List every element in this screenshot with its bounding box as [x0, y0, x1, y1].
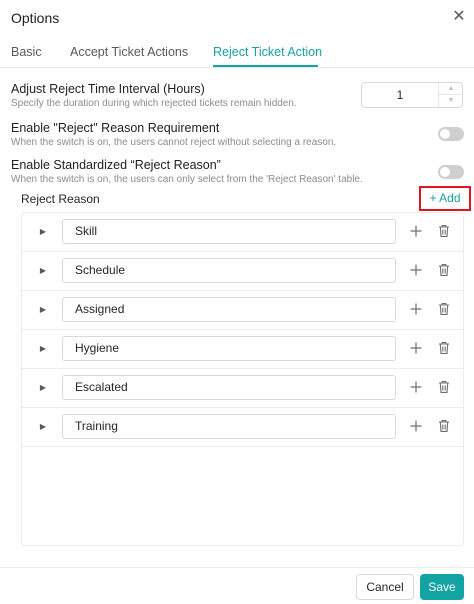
tab-accept-ticket-actions[interactable]: Accept Ticket Actions: [70, 45, 188, 59]
tab-bar: Basic Accept Ticket Actions Reject Ticke…: [0, 36, 474, 68]
caret-right-icon[interactable]: ▶: [37, 381, 49, 395]
reason-requirement-switch[interactable]: [438, 127, 464, 141]
trash-icon[interactable]: [436, 379, 452, 395]
active-tab-indicator: [213, 65, 318, 67]
dialog-header: Options ✕: [0, 0, 474, 36]
reason-input[interactable]: Assigned: [62, 297, 396, 322]
reason-row: ▶ Training: [22, 408, 463, 447]
cancel-button[interactable]: Cancel: [356, 574, 414, 600]
trash-icon[interactable]: [436, 262, 452, 278]
dialog-title: Options: [11, 10, 60, 26]
save-button[interactable]: Save: [420, 574, 464, 600]
plus-icon[interactable]: [408, 262, 424, 278]
add-reason-button[interactable]: + Add: [419, 186, 471, 211]
reason-input[interactable]: Schedule: [62, 258, 396, 283]
chevron-up-icon[interactable]: ▲: [439, 83, 463, 95]
trash-icon[interactable]: [436, 418, 452, 434]
plus-icon[interactable]: [408, 379, 424, 395]
standardized-reason-switch[interactable]: [438, 165, 464, 179]
reject-reason-label: Reject Reason: [21, 192, 100, 206]
reason-row: ▶ Skill: [22, 213, 463, 252]
chevron-down-icon[interactable]: ▼: [439, 95, 463, 107]
standardized-reason-description: When the switch is on, the users can onl…: [11, 174, 363, 185]
reject-reason-list: ▶ Skill ▶ Schedule ▶ Assigned ▶ Hygiene …: [21, 212, 464, 546]
plus-icon[interactable]: [408, 301, 424, 317]
reason-row: ▶ Hygiene: [22, 330, 463, 369]
trash-icon[interactable]: [436, 223, 452, 239]
standardized-reason-title: Enable Standardized “Reject Reason”: [11, 158, 221, 172]
reason-row: ▶ Assigned: [22, 291, 463, 330]
stepper-buttons: ▲ ▼: [438, 83, 463, 107]
tab-reject-ticket-action[interactable]: Reject Ticket Action: [213, 45, 322, 59]
caret-right-icon[interactable]: ▶: [37, 225, 49, 239]
reason-row: ▶ Escalated: [22, 369, 463, 408]
trash-icon[interactable]: [436, 340, 452, 356]
reason-input[interactable]: Training: [62, 414, 396, 439]
plus-icon[interactable]: [408, 340, 424, 356]
reason-requirement-title: Enable "Reject" Reason Requirement: [11, 121, 220, 135]
interval-setting-description: Specify the duration during which reject…: [11, 98, 297, 109]
plus-icon[interactable]: [408, 418, 424, 434]
reason-input[interactable]: Skill: [62, 219, 396, 244]
interval-stepper[interactable]: 1 ▲ ▼: [361, 82, 463, 108]
close-icon[interactable]: ✕: [450, 8, 468, 26]
caret-right-icon[interactable]: ▶: [37, 264, 49, 278]
caret-right-icon[interactable]: ▶: [37, 342, 49, 356]
interval-setting-title: Adjust Reject Time Interval (Hours): [11, 82, 205, 96]
reason-requirement-description: When the switch is on, the users cannot …: [11, 137, 337, 148]
reason-input[interactable]: Hygiene: [62, 336, 396, 361]
trash-icon[interactable]: [436, 301, 452, 317]
switch-knob: [440, 129, 450, 139]
tab-basic[interactable]: Basic: [11, 45, 42, 59]
reason-row: ▶ Schedule: [22, 252, 463, 291]
caret-right-icon[interactable]: ▶: [37, 420, 49, 434]
interval-value[interactable]: 1: [362, 83, 438, 107]
plus-icon[interactable]: [408, 223, 424, 239]
reason-input[interactable]: Escalated: [62, 375, 396, 400]
switch-knob: [440, 167, 450, 177]
caret-right-icon[interactable]: ▶: [37, 303, 49, 317]
